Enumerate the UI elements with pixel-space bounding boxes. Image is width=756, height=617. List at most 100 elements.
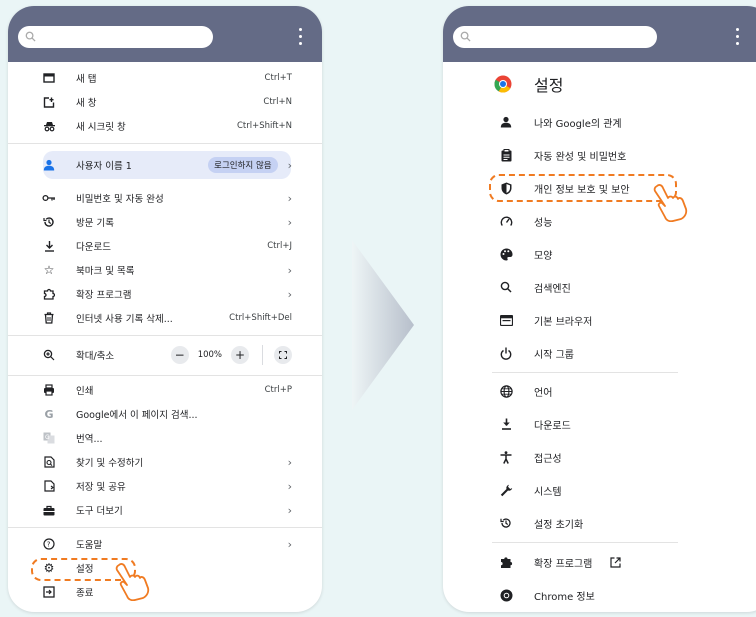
zoom-controls: − 100% + <box>170 345 292 365</box>
settings-item-label: 확장 프로그램 <box>534 558 593 570</box>
history-icon <box>42 215 56 229</box>
menu-item-profile[interactable]: 사용자 이름 1 로그인하지 않음 › <box>42 154 292 176</box>
zoom-separator <box>262 345 263 365</box>
shortcut-label: Ctrl+T <box>264 73 292 83</box>
menu-item-label: 저장 및 공유 <box>76 482 126 493</box>
settings-item-about-chrome[interactable]: Chrome 정보 <box>498 584 595 606</box>
settings-item-languages[interactable]: 언어 <box>498 380 552 402</box>
menu-item-clear-history[interactable]: 인터넷 사용 기록 삭제... Ctrl+Shift+Del <box>42 307 292 329</box>
chrome-logo-icon <box>494 75 512 93</box>
key-icon <box>42 191 56 205</box>
browser-toolbar <box>443 6 756 62</box>
search-icon <box>460 31 471 42</box>
open-external-icon <box>610 556 621 568</box>
menu-item-label: 도구 더보기 <box>76 506 123 517</box>
settings-item-on-startup[interactable]: 시작 그룹 <box>498 342 574 364</box>
menu-item-label: 확대/축소 <box>76 351 115 362</box>
shortcut-label: Ctrl+P <box>264 385 292 395</box>
menu-item-new-window[interactable]: 새 창 Ctrl+N <box>42 91 292 113</box>
settings-item-performance[interactable]: 성능 <box>498 210 552 232</box>
menu-item-translate[interactable]: G 번역... <box>42 427 292 449</box>
profile-name: 사용자 이름 1 <box>76 161 132 172</box>
globe-icon <box>498 383 514 399</box>
chevron-right-icon: › <box>287 215 292 229</box>
fullscreen-button[interactable] <box>274 346 292 364</box>
wrench-icon <box>498 482 514 498</box>
chevron-right-icon: › <box>287 479 292 493</box>
menu-item-more-tools[interactable]: 도구 더보기 › <box>42 499 292 521</box>
menu-item-print[interactable]: 인쇄 Ctrl+P <box>42 379 292 401</box>
chevron-right-icon: › <box>287 263 292 277</box>
settings-item-label: 자동 완성 및 비밀번호 <box>534 151 627 163</box>
settings-item-you-and-google[interactable]: 나와 Google의 관계 <box>498 111 622 133</box>
settings-item-appearance[interactable]: 모양 <box>498 243 552 265</box>
omnibox[interactable] <box>18 26 213 48</box>
zoom-in-button[interactable]: + <box>231 346 249 364</box>
settings-item-downloads[interactable]: 다운로드 <box>498 413 571 435</box>
chrome-menu-panel: 새 탭 Ctrl+T 새 창 Ctrl+N 새 시크릿 창 Ctrl+Shift… <box>8 6 322 612</box>
settings-divider <box>492 542 678 543</box>
menu-item-help[interactable]: ? 도움말 › <box>42 533 292 555</box>
download-icon <box>42 239 56 253</box>
help-icon: ? <box>42 537 56 551</box>
menu-item-zoom: 확대/축소 − 100% + <box>42 340 292 370</box>
settings-item-accessibility[interactable]: 접근성 <box>498 446 562 468</box>
menu-item-label: Google에서 이 페이지 검색... <box>76 410 198 421</box>
settings-item-autofill[interactable]: 자동 완성 및 비밀번호 <box>498 144 626 166</box>
settings-item-reset[interactable]: 설정 초기화 <box>498 512 583 534</box>
menu-item-search-page[interactable]: G Google에서 이 페이지 검색... <box>42 403 292 425</box>
power-icon <box>498 345 514 361</box>
more-menu-icon[interactable] <box>295 22 305 52</box>
browser-toolbar <box>8 6 322 62</box>
shortcut-label: Ctrl+Shift+Del <box>229 313 292 323</box>
sign-in-badge[interactable]: 로그인하지 않음 <box>208 157 278 173</box>
menu-item-label: 새 시크릿 창 <box>76 122 126 133</box>
menu-item-label: 확장 프로그램 <box>76 290 132 301</box>
menu-item-exit[interactable]: 종료 <box>42 581 292 603</box>
menu-item-label: 새 창 <box>76 98 97 109</box>
settings-item-label: 검색엔진 <box>534 283 571 295</box>
zoom-out-button[interactable]: − <box>170 346 189 364</box>
chevron-right-icon: › <box>287 537 292 551</box>
new-tab-icon <box>42 71 56 85</box>
menu-divider <box>8 143 322 144</box>
settings-item-search-engine[interactable]: 검색엔진 <box>498 276 571 298</box>
accessibility-icon <box>498 449 514 465</box>
settings-item-system[interactable]: 시스템 <box>498 479 562 501</box>
menu-item-incognito[interactable]: 새 시크릿 창 Ctrl+Shift+N <box>42 115 292 137</box>
menu-item-bookmarks[interactable]: ☆ 북마크 및 목록 › <box>42 259 292 281</box>
settings-item-label: 기본 브라우저 <box>534 316 593 328</box>
chevron-right-icon: › <box>287 158 292 172</box>
fullscreen-icon <box>279 351 287 359</box>
chevron-right-icon: › <box>287 191 292 205</box>
omnibox[interactable] <box>453 26 657 48</box>
more-menu-icon[interactable] <box>732 22 742 52</box>
menu-item-new-tab[interactable]: 새 탭 Ctrl+T <box>42 67 292 89</box>
search-icon <box>498 279 514 295</box>
settings-title: 설정 <box>494 72 563 96</box>
menu-item-extensions[interactable]: 확장 프로그램 › <box>42 283 292 305</box>
browser-icon <box>498 312 514 328</box>
menu-item-save-share[interactable]: 저장 및 공유 › <box>42 475 292 497</box>
extension-icon <box>42 287 56 301</box>
menu-item-label: 번역... <box>76 434 103 445</box>
menu-divider <box>8 335 322 336</box>
print-icon <box>42 383 56 397</box>
menu-item-downloads[interactable]: 다운로드 Ctrl+J <box>42 235 292 257</box>
star-icon: ☆ <box>43 263 55 277</box>
settings-item-default-browser[interactable]: 기본 브라우저 <box>498 309 592 331</box>
svg-text:G: G <box>45 434 50 441</box>
chevron-right-icon: › <box>287 455 292 469</box>
zoom-icon <box>42 348 56 362</box>
menu-item-passwords[interactable]: 비밀번호 및 자동 완성 › <box>42 187 292 209</box>
palette-icon <box>498 246 514 262</box>
shortcut-label: Ctrl+Shift+N <box>236 121 292 131</box>
menu-item-find-edit[interactable]: 찾기 및 수정하기 › <box>42 451 292 473</box>
settings-item-label: 언어 <box>534 387 553 399</box>
menu-item-label: 도움말 <box>76 540 103 551</box>
clipboard-icon <box>498 147 514 163</box>
settings-item-extensions[interactable]: 확장 프로그램 <box>498 551 621 573</box>
find-icon <box>42 455 56 469</box>
menu-item-history[interactable]: 방문 기록 › <box>42 211 292 233</box>
person-icon <box>498 114 514 130</box>
